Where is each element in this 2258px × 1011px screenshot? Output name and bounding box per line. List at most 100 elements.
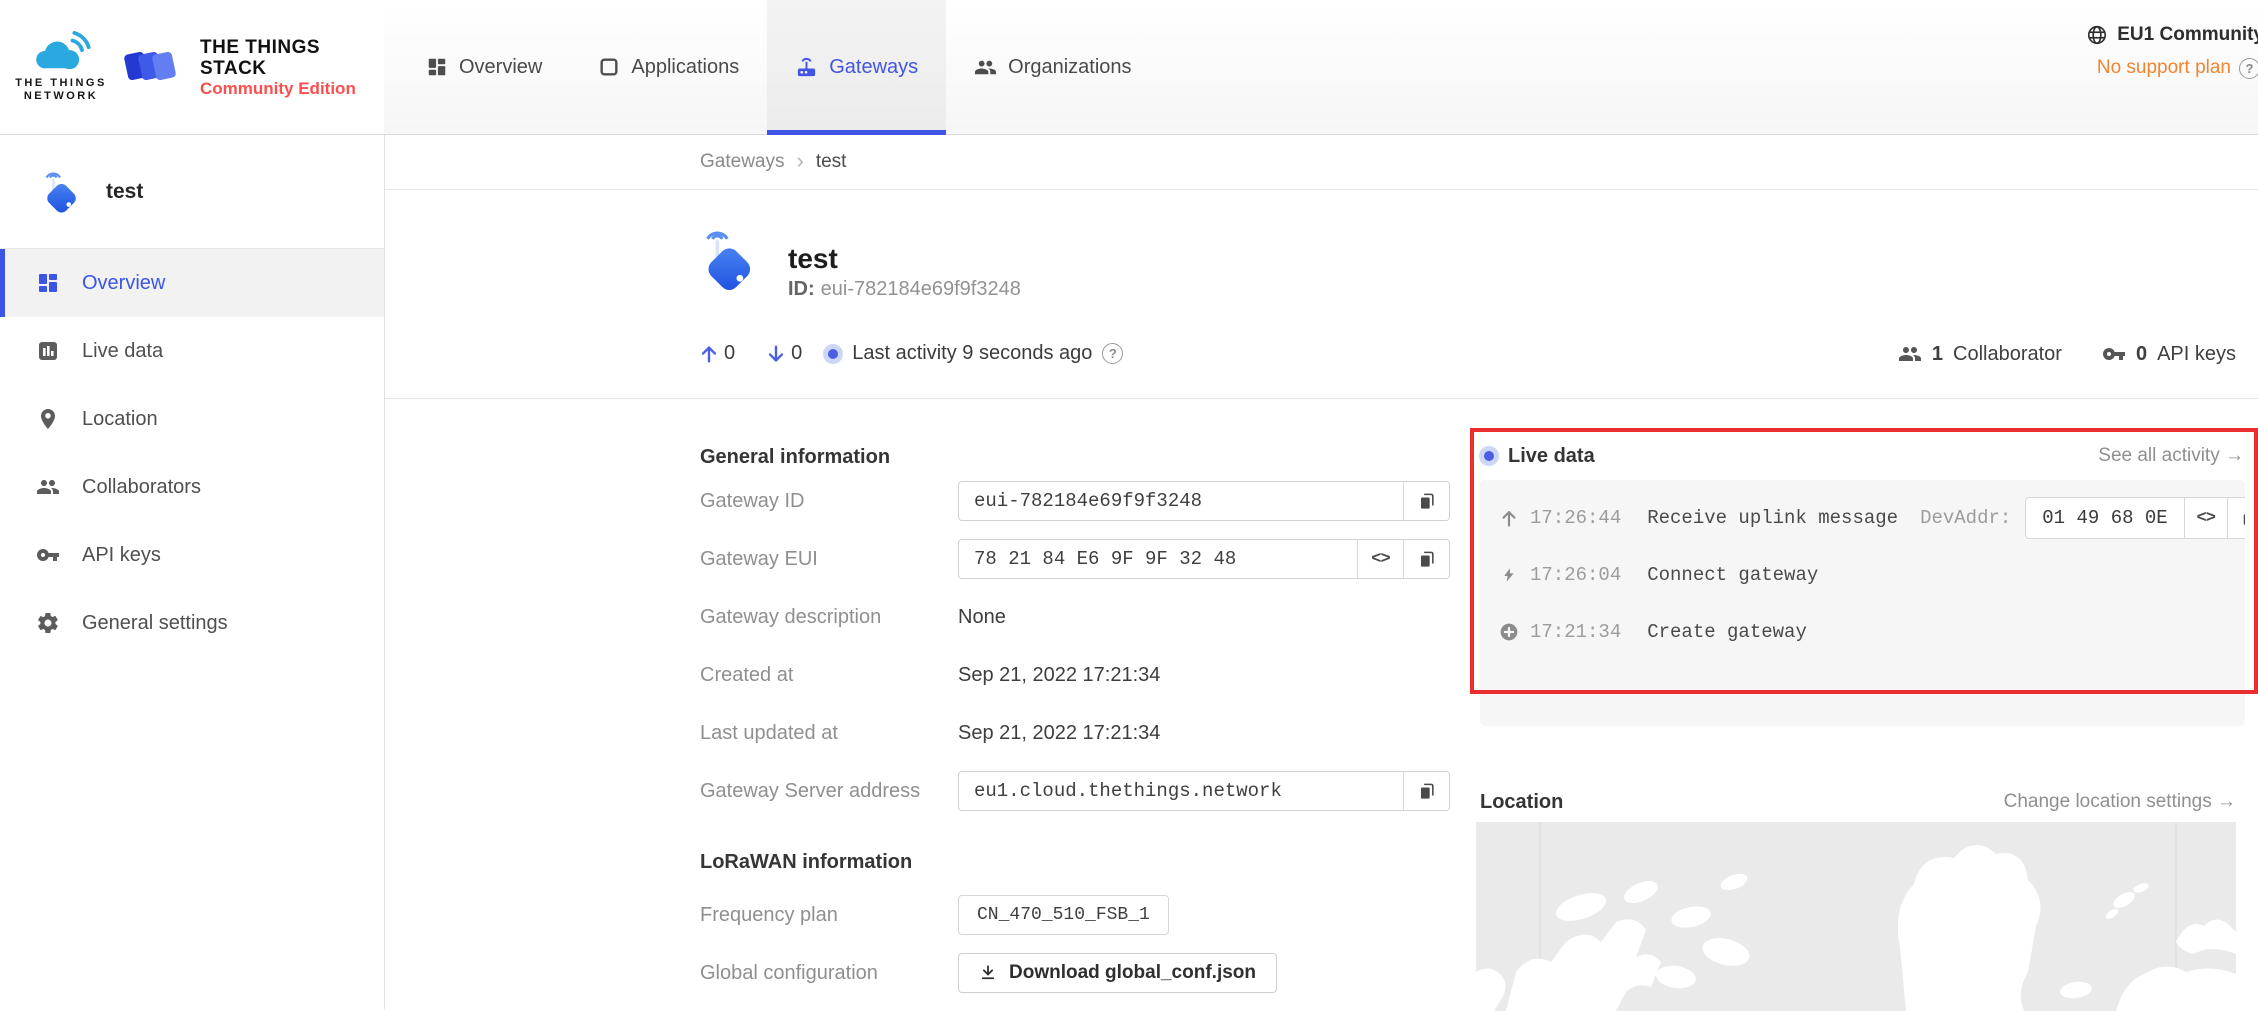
breadcrumb: Gateways › test — [384, 135, 2258, 190]
location-header: Location Change location settings → — [1480, 787, 2236, 817]
code-format-button[interactable]: <> — [1357, 540, 1403, 578]
help-question-icon[interactable]: ? — [1102, 343, 1123, 364]
field-last-updated-at: Last updated at Sep 21, 2022 17:21:34 — [700, 704, 1455, 762]
event-name: Create gateway — [1647, 621, 1807, 643]
collaborators-counter[interactable]: 1 Collaborator — [1898, 342, 2062, 366]
tab-applications-label: Applications — [631, 56, 739, 79]
gateway-router-icon — [795, 56, 818, 79]
help-question-icon[interactable]: ? — [2239, 58, 2258, 79]
top-navigation: Overview Applications Gateways — [398, 0, 1160, 134]
overview-grid-icon — [36, 271, 60, 295]
gateway-id-input[interactable]: eui-782184e69f9f3248 — [958, 481, 1450, 521]
support-plan[interactable]: No support plan ? — [2086, 57, 2258, 79]
sidebar-item-label: Overview — [82, 272, 165, 295]
event-row-create[interactable]: 17:21:34 Create gateway — [1480, 603, 2245, 660]
tab-overview[interactable]: Overview — [398, 0, 570, 134]
field-label: Gateway Server address — [700, 780, 958, 803]
ttn-cloud-icon — [30, 31, 92, 73]
cluster-selector[interactable]: EU1 Community — [2086, 24, 2258, 46]
field-label: Last updated at — [700, 722, 958, 745]
api-keys-counter[interactable]: 0 API keys — [2102, 342, 2236, 366]
copy-button[interactable] — [1403, 482, 1449, 520]
sidebar-item-label: Location — [82, 408, 158, 431]
event-time: 17:26:44 — [1530, 507, 1621, 529]
live-data-header: Live data See all activity → — [1480, 441, 2244, 471]
sidebar-item-location[interactable]: Location — [0, 385, 384, 453]
page-title: test — [788, 243, 838, 275]
gateway-header-section: test ID:eui-782184e69f9f3248 0 0 Last ac… — [384, 190, 2258, 399]
gateway-eui-input[interactable]: 78 21 84 E6 9F 9F 32 48 <> — [958, 539, 1450, 579]
see-all-activity-link[interactable]: See all activity → — [2098, 445, 2244, 467]
download-icon — [979, 964, 997, 982]
tab-gateways[interactable]: Gateways — [767, 0, 946, 134]
sidebar-item-label: API keys — [82, 544, 161, 567]
tab-applications[interactable]: Applications — [570, 0, 767, 134]
ttn-network-logo[interactable]: THE THINGS NETWORK — [0, 0, 123, 134]
gateway-id-label: ID: — [788, 278, 815, 300]
copy-button[interactable] — [1403, 540, 1449, 578]
sidebar-item-live-data[interactable]: Live data — [0, 317, 384, 385]
field-gateway-description: Gateway description None — [700, 588, 1455, 646]
copy-button[interactable] — [1403, 772, 1449, 810]
gear-icon — [36, 611, 60, 635]
code-format-button[interactable]: <> — [2184, 498, 2227, 538]
frequency-plan-value: CN_470_510_FSB_1 — [958, 895, 1169, 935]
overview-content: General information Gateway ID eui-78218… — [384, 399, 2258, 1011]
overview-grid-icon — [426, 56, 448, 78]
key-icon — [36, 543, 60, 567]
event-name: Receive uplink message — [1647, 507, 1898, 529]
field-frequency-plan: Frequency plan CN_470_510_FSB_1 — [700, 886, 1455, 944]
sidebar-item-general-settings[interactable]: General settings — [0, 589, 384, 657]
tab-organizations[interactable]: Organizations — [946, 0, 1159, 134]
top-bar: THE THINGS NETWORK THE THINGS STACK Comm… — [0, 0, 2258, 135]
sidebar-gateway-name: test — [106, 180, 143, 204]
gateway-counters: 1 Collaborator 0 API keys — [1898, 342, 2236, 366]
downlink-arrow-icon — [765, 343, 787, 365]
devaddr-chip: 01 49 68 0E <> — [2025, 497, 2245, 539]
downlink-count: 0 — [791, 342, 802, 365]
stack-wordmark: THE THINGS STACK Community Edition — [200, 37, 384, 98]
lorawan-information-title: LoRaWAN information — [700, 848, 1455, 876]
event-time: 17:26:04 — [1530, 564, 1621, 586]
ttn-network-wordmark: THE THINGS NETWORK — [15, 77, 107, 103]
sidebar-item-collaborators[interactable]: Collaborators — [0, 453, 384, 521]
devaddr-label: DevAddr: — [1920, 507, 2011, 529]
sidebar-item-api-keys[interactable]: API keys — [0, 521, 384, 589]
field-label: Gateway description — [700, 606, 958, 629]
change-location-settings-link[interactable]: Change location settings → — [2004, 791, 2236, 813]
field-global-configuration: Global configuration Download global_con… — [700, 944, 1455, 1002]
sidebar-item-label: General settings — [82, 612, 228, 635]
organizations-people-icon — [974, 56, 997, 79]
stack-logo[interactable]: THE THINGS STACK Community Edition — [122, 0, 384, 134]
sidebar-item-label: Collaborators — [82, 476, 201, 499]
field-label: Global configuration — [700, 962, 958, 985]
gateway-id-line: ID:eui-782184e69f9f3248 — [788, 278, 1021, 301]
plus-circle-icon — [1498, 622, 1520, 642]
live-data-events-panel[interactable]: 17:26:44 Receive uplink message DevAddr:… — [1480, 480, 2245, 726]
gateway-server-address-input[interactable]: eu1.cloud.thethings.network — [958, 771, 1450, 811]
cluster-label: EU1 Community — [2117, 24, 2258, 46]
event-name: Connect gateway — [1647, 564, 1818, 586]
support-plan-label: No support plan — [2097, 57, 2231, 79]
gateway-id-input-value: eui-782184e69f9f3248 — [959, 490, 1403, 512]
created-at-value: Sep 21, 2022 17:21:34 — [958, 664, 1160, 687]
sidebar: test Overview Live data Location — [0, 135, 385, 1009]
breadcrumb-current: test — [816, 151, 847, 173]
collaborators-label: Collaborator — [1953, 343, 2062, 366]
gateway-entity-icon — [40, 166, 84, 218]
field-gateway-server-address: Gateway Server address eu1.cloud.thethin… — [700, 762, 1455, 820]
sidebar-gateway-entity[interactable]: test — [0, 135, 384, 249]
download-global-conf-button[interactable]: Download global_conf.json — [958, 953, 1277, 993]
sidebar-item-overview[interactable]: Overview — [0, 249, 384, 317]
world-map[interactable] — [1476, 822, 2236, 1011]
event-row-uplink[interactable]: 17:26:44 Receive uplink message DevAddr:… — [1480, 490, 2245, 546]
gateway-icon — [698, 222, 762, 298]
uplink-arrow-icon — [1498, 508, 1520, 528]
copy-button[interactable] — [2227, 498, 2245, 538]
status-dot — [828, 349, 838, 359]
uplink-count: 0 — [724, 342, 735, 365]
lightning-icon — [1498, 565, 1520, 585]
event-row-connect[interactable]: 17:26:04 Connect gateway — [1480, 546, 2245, 603]
breadcrumb-gateways-link[interactable]: Gateways — [700, 151, 784, 173]
chevron-right-icon: › — [796, 150, 803, 172]
